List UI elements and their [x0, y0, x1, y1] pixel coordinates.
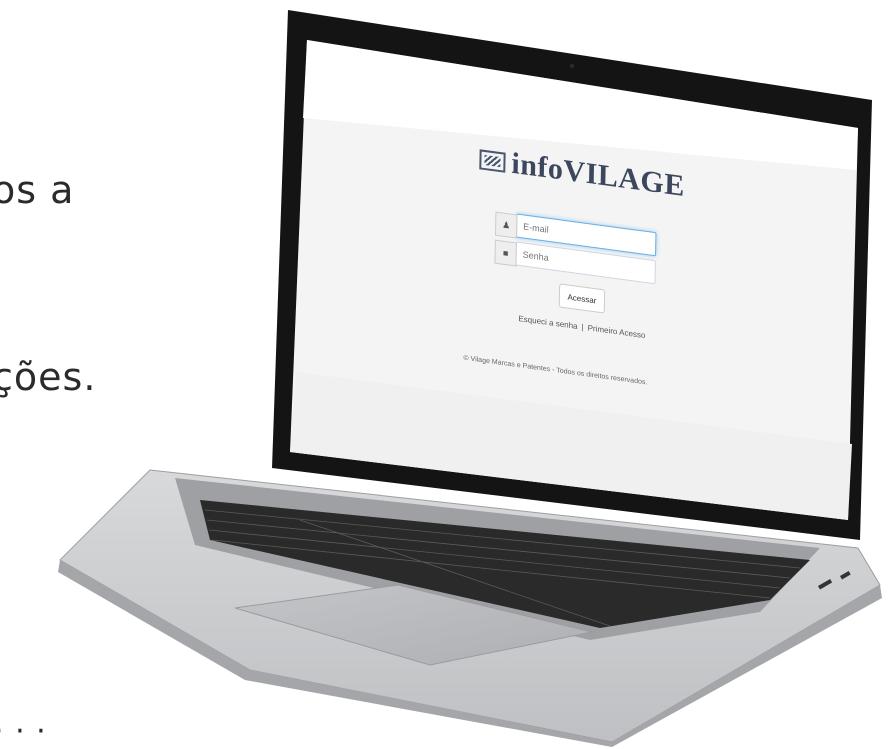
auth-links: Esqueci a senha | Primeiro Acesso: [518, 314, 645, 340]
forgot-password-link[interactable]: Esqueci a senha: [518, 314, 577, 331]
user-icon: ♟: [494, 211, 518, 239]
footer-text: © Vilage Marcas e Patentes - Todos os di…: [463, 354, 648, 387]
first-access-link[interactable]: Primeiro Acesso: [588, 323, 646, 340]
camera: [569, 63, 575, 69]
lock-icon: ■: [494, 239, 517, 267]
link-separator: |: [581, 322, 584, 332]
envelope-logo-icon: [479, 149, 506, 173]
submit-button[interactable]: Acessar: [558, 283, 606, 314]
